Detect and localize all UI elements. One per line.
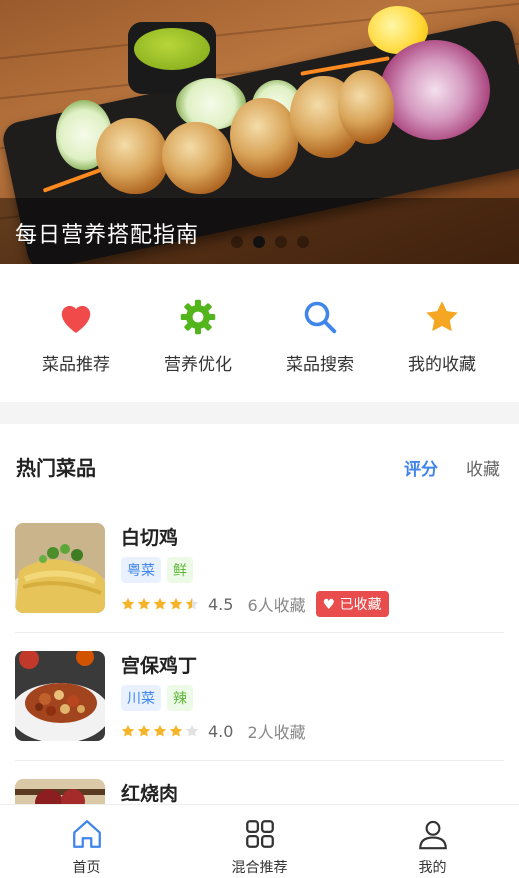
list-divider <box>15 760 504 761</box>
star-icon <box>421 296 463 338</box>
star-full-icon <box>169 597 183 610</box>
shrimp <box>230 98 298 178</box>
gear-icon <box>177 296 219 338</box>
quick-item-label: 营养优化 <box>164 355 232 375</box>
section-title: 热门菜品 <box>16 456 96 480</box>
home-icon <box>72 820 101 848</box>
quick-item-label: 菜品推荐 <box>42 355 110 375</box>
quick-item-label: 菜品搜索 <box>286 355 354 375</box>
taste-tag: 鲜 <box>167 557 193 583</box>
green-sauce <box>134 28 210 70</box>
star-full-icon <box>137 597 151 610</box>
favorite-count: 6人收藏 <box>247 596 306 615</box>
dish-tags: 粤菜 鲜 <box>121 557 193 583</box>
carousel-indicator <box>231 236 309 248</box>
star-full-icon <box>169 724 183 737</box>
star-full-icon <box>137 724 151 737</box>
search-icon <box>299 296 341 338</box>
shrimp <box>338 70 394 144</box>
favorited-badge[interactable]: ♥ 已收藏 <box>315 591 389 617</box>
quick-item-recommend[interactable]: 菜品推荐 <box>15 264 137 402</box>
favorite-count: 2人收藏 <box>247 723 306 742</box>
nav-label: 混合推荐 <box>231 860 288 876</box>
nav-label: 我的 <box>418 860 447 876</box>
list-divider <box>15 632 504 633</box>
banner-carousel[interactable]: 每日营养搭配指南 <box>0 0 519 264</box>
rating-score: 4.5 <box>208 594 234 614</box>
banner-title: 每日营养搭配指南 <box>15 223 200 248</box>
star-rating <box>121 724 199 738</box>
nav-profile[interactable]: 我的 <box>346 805 519 878</box>
cuisine-tag: 川菜 <box>121 685 161 711</box>
carousel-dot[interactable] <box>275 236 287 248</box>
cuisine-tag: 粤菜 <box>121 557 161 583</box>
dish-tags: 川菜 辣 <box>121 685 193 711</box>
quick-item-favorites[interactable]: 我的收藏 <box>381 264 503 402</box>
rating-row: 4.5 6人收藏 ♥ 已收藏 <box>121 591 389 617</box>
shrimp <box>162 122 232 194</box>
nav-mixed-recommend[interactable]: 混合推荐 <box>173 805 346 878</box>
dish-name: 白切鸡 <box>121 527 179 549</box>
user-icon <box>418 820 447 850</box>
dish-name: 红烧肉 <box>121 783 179 805</box>
carousel-dot-active[interactable] <box>253 236 265 248</box>
sort-tab-rating[interactable]: 评分 <box>404 455 438 480</box>
grid-icon <box>245 820 274 848</box>
rating-row: 4.0 2人收藏 <box>121 719 316 743</box>
quick-item-search[interactable]: 菜品搜索 <box>259 264 381 402</box>
quick-item-label: 我的收藏 <box>408 355 476 375</box>
rating-score: 4.0 <box>208 721 234 741</box>
red-onion <box>380 40 490 140</box>
dish-image <box>15 523 105 613</box>
star-empty-icon <box>185 724 199 737</box>
quick-menu: 菜品推荐 营养优化 菜品搜索 我的收藏 <box>0 264 519 402</box>
carousel-dot[interactable] <box>231 236 243 248</box>
star-full-icon <box>153 724 167 737</box>
heart-icon <box>55 296 97 338</box>
shrimp <box>96 118 168 194</box>
quick-item-nutrition[interactable]: 营养优化 <box>137 264 259 402</box>
nav-home[interactable]: 首页 <box>0 805 173 878</box>
dish-image <box>15 651 105 741</box>
star-full-icon <box>153 597 167 610</box>
taste-tag: 辣 <box>167 685 193 711</box>
carousel-dot[interactable] <box>297 236 309 248</box>
sort-tab-favorites[interactable]: 收藏 <box>466 455 500 480</box>
nav-label: 首页 <box>72 860 101 876</box>
star-full-icon <box>121 597 135 610</box>
dish-name: 宫保鸡丁 <box>121 655 198 677</box>
bottom-nav: 首页 混合推荐 我的 <box>0 804 519 878</box>
star-half-icon <box>185 597 199 610</box>
section-separator <box>0 402 519 424</box>
star-full-icon <box>121 724 135 737</box>
star-rating <box>121 597 199 611</box>
